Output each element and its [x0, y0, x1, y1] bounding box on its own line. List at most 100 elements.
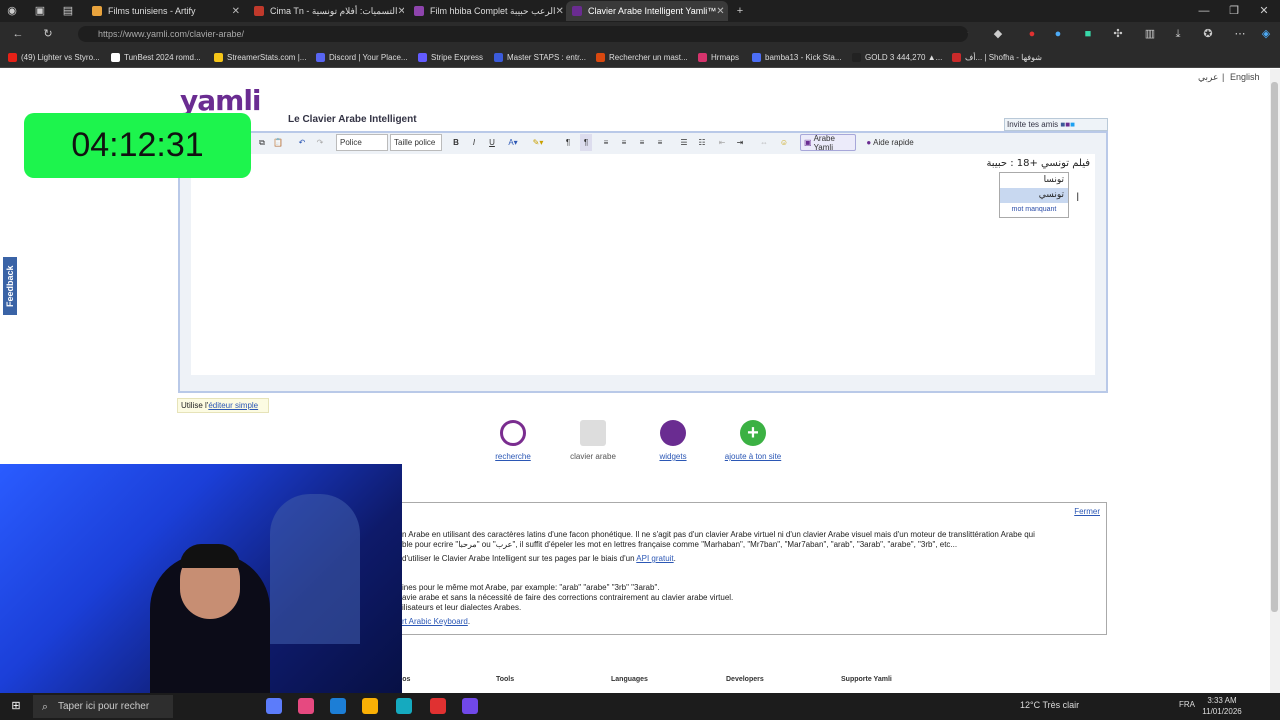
edge-icon[interactable]: [396, 698, 412, 714]
lang-english-link[interactable]: English: [1230, 72, 1260, 82]
info-text: d'utiliser le Clavier Arabe Intelligent …: [402, 554, 676, 563]
feature-widgets[interactable]: widgets: [633, 420, 713, 461]
clock-time: 3:33 AM: [1207, 696, 1237, 705]
bookmark-item[interactable]: (49) Lighter vs Styro...: [8, 50, 100, 64]
copilot-icon[interactable]: ◈: [1258, 27, 1274, 41]
copy-icon[interactable]: ⧉: [256, 134, 268, 151]
invite-friends[interactable]: Invite tes amis ■■■: [1004, 118, 1108, 131]
feedback-tab[interactable]: Feedback: [3, 257, 17, 315]
minimize-icon[interactable]: —: [1196, 4, 1212, 18]
indent-icon[interactable]: ⇥: [734, 134, 746, 151]
bookmark-item[interactable]: Rechercher un mast...: [596, 50, 688, 64]
outdent-icon[interactable]: ⇤: [716, 134, 728, 151]
underline-button[interactable]: U: [486, 134, 498, 151]
gear-icon: [660, 420, 686, 446]
tab-close-icon[interactable]: ✕: [397, 6, 404, 17]
taskbar-app-icon[interactable]: [298, 698, 314, 714]
profile-icon[interactable]: ◉: [4, 4, 20, 18]
input-language[interactable]: FRA: [1179, 700, 1195, 709]
align-center-icon[interactable]: ≡: [618, 134, 630, 151]
font-size-select[interactable]: Taille police: [390, 134, 442, 151]
lang-arabic-link[interactable]: عربي: [1198, 72, 1218, 83]
justify-icon[interactable]: ≡: [654, 134, 666, 151]
api-link[interactable]: API gratuit: [636, 554, 673, 563]
new-tab-icon[interactable]: +: [732, 4, 748, 18]
extension-icon[interactable]: ■: [1080, 27, 1096, 41]
taskbar-app-icon[interactable]: [430, 698, 446, 714]
bookmark-item[interactable]: Discord | Your Place...: [316, 50, 408, 64]
maximize-icon[interactable]: ❐: [1226, 4, 1242, 18]
scrollbar-thumb[interactable]: [1271, 82, 1278, 612]
smiley-icon[interactable]: ☺: [778, 134, 790, 151]
tab-close-icon[interactable]: ✕: [555, 6, 563, 17]
taskbar-app-icon[interactable]: [266, 698, 282, 714]
simple-editor-link[interactable]: éditeur simple: [208, 401, 258, 410]
suggestion-item-selected[interactable]: تونسي: [1000, 188, 1068, 203]
weather-widget[interactable]: 12°C Très clair: [1020, 700, 1079, 710]
arabe-yamli-toggle[interactable]: ▣ Arabe Yamli: [800, 134, 856, 152]
bookmark-item[interactable]: TunBest 2024 romd...: [111, 50, 201, 64]
text-color-icon[interactable]: A▾: [506, 134, 520, 151]
keyboard-icon: [580, 420, 606, 446]
undo-icon[interactable]: ↶: [296, 134, 308, 151]
link-icon[interactable]: ⇔: [758, 134, 770, 151]
quick-help-button[interactable]: ● Aide rapide: [864, 134, 916, 151]
taskbar-app-icon[interactable]: [462, 698, 478, 714]
webcam-hair: [180, 544, 240, 568]
extensions-icon[interactable]: ▣: [32, 4, 48, 18]
taskbar-app-icon[interactable]: [330, 698, 346, 714]
bookmark-item[interactable]: Hrmaps: [698, 50, 739, 64]
close-info-link[interactable]: Fermer: [1074, 507, 1100, 517]
extensions-puzzle-icon[interactable]: ✣: [1110, 27, 1126, 41]
bookmark-item[interactable]: Stripe Express: [418, 50, 483, 64]
rtl-icon[interactable]: ¶: [580, 134, 592, 151]
tab-close-icon[interactable]: ✕: [232, 6, 240, 17]
downloads-icon[interactable]: ⤓: [1170, 27, 1186, 41]
align-right-icon[interactable]: ≡: [636, 134, 648, 151]
reload-icon[interactable]: ↻: [40, 27, 56, 41]
extension-icon[interactable]: ●: [1050, 27, 1066, 41]
file-explorer-icon[interactable]: [362, 698, 378, 714]
editor-textarea[interactable]: [191, 154, 1095, 375]
bold-button[interactable]: B: [450, 134, 462, 151]
tab-cima-tn[interactable]: Cima Tn - التسميات: أفلام تونسية ✕: [248, 1, 404, 21]
feature-clavier-arabe[interactable]: clavier arabe: [553, 420, 633, 461]
more-menu-icon[interactable]: ⋯: [1232, 27, 1248, 41]
numbered-list-icon[interactable]: ☷: [696, 134, 708, 151]
feature-recherche[interactable]: recherche: [473, 420, 553, 461]
tab-film-hbiba[interactable]: Film hbiba Complet الرعب حبيبة ✕: [408, 1, 564, 21]
smart-keyboard-link[interactable]: rt Arabic Keyboard: [402, 617, 468, 626]
suggestion-item[interactable]: تونسا: [1000, 173, 1068, 188]
tab-bar: ◉ ▣ ▤ Films tunisiens - Artify ✕ Cima Tn …: [0, 0, 1280, 22]
system-clock[interactable]: 3:33 AM 11/01/2026: [1198, 695, 1246, 717]
italic-button[interactable]: I: [468, 134, 480, 151]
feature-ajoute[interactable]: + ajoute à ton site: [713, 420, 793, 461]
font-select[interactable]: Police: [336, 134, 388, 151]
ltr-icon[interactable]: ¶: [562, 134, 574, 151]
bookmark-item[interactable]: StreamerStats.com |...: [214, 50, 306, 64]
bookmark-item[interactable]: أف... | Shofha - شوفها: [952, 50, 1042, 64]
tab-close-icon[interactable]: ✕: [716, 6, 724, 17]
window-close-icon[interactable]: ✕: [1256, 4, 1272, 18]
split-screen-icon[interactable]: ▥: [1142, 27, 1158, 41]
tab-yamli[interactable]: Clavier Arabe Intelligent Yamli™ ✕: [566, 1, 728, 21]
back-icon[interactable]: ←: [10, 27, 26, 41]
extension-icon[interactable]: ●: [1024, 27, 1040, 41]
bookmark-item[interactable]: bamba13 - Kick Sta...: [752, 50, 841, 64]
vpn-icon[interactable]: ✪: [1200, 27, 1216, 41]
highlight-icon[interactable]: ✎▾: [530, 134, 546, 151]
tab-films-tunisiens[interactable]: Films tunisiens - Artify ✕: [86, 1, 246, 21]
bullet-list-icon[interactable]: ☰: [678, 134, 690, 151]
missing-word-link[interactable]: mot manquant: [1000, 203, 1068, 217]
bookmark-favicon-icon: [698, 52, 707, 62]
windows-start-icon[interactable]: ⊞: [8, 699, 24, 713]
extension-icon[interactable]: ◆: [990, 27, 1006, 41]
redo-icon[interactable]: ↷: [314, 134, 326, 151]
bookmark-item[interactable]: GOLD 3 444,270 ▲...: [852, 50, 942, 64]
url-field[interactable]: https://www.yamli.com/clavier-arabe/: [78, 26, 968, 42]
paste-icon[interactable]: 📋: [272, 134, 284, 151]
align-left-icon[interactable]: ≡: [600, 134, 612, 151]
taskbar-search[interactable]: ⌕ Taper ici pour recher: [33, 695, 173, 718]
tab-actions-icon[interactable]: ▤: [60, 4, 76, 18]
bookmark-item[interactable]: Master STAPS : entr...: [494, 50, 586, 64]
